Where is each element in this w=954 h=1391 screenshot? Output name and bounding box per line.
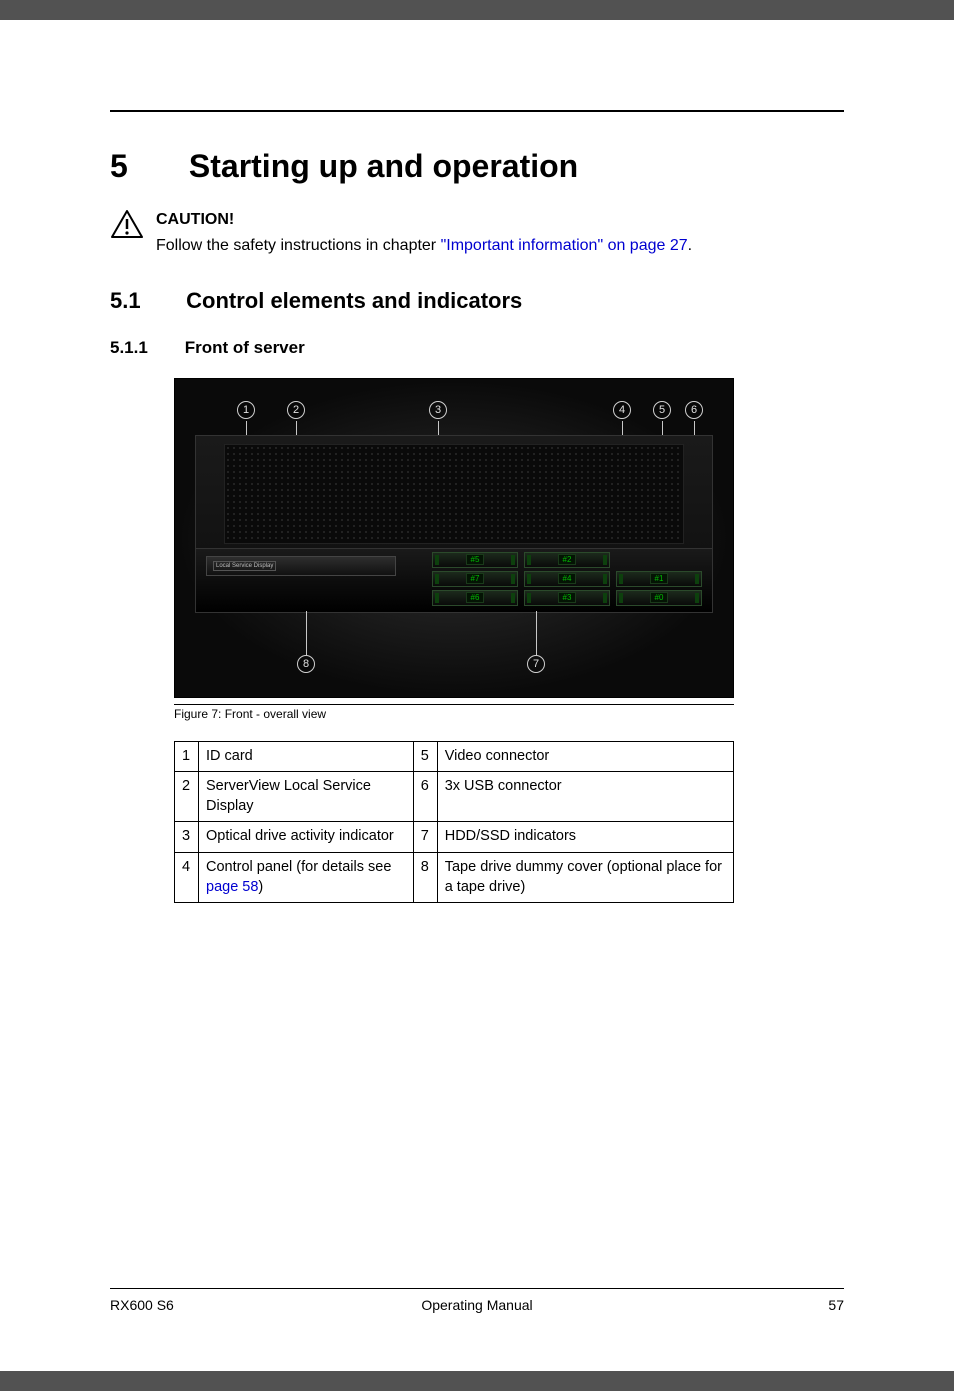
drive-bay: #3 bbox=[524, 590, 610, 606]
table-row: 3 Optical drive activity indicator 7 HDD… bbox=[175, 822, 734, 853]
cell-num: 3 bbox=[175, 822, 199, 853]
caution-link[interactable]: "Important information" on page 27 bbox=[441, 237, 688, 254]
warning-icon bbox=[110, 209, 144, 244]
section-heading: 5.1 Control elements and indicators bbox=[110, 288, 844, 314]
callout-row-top: 1 2 3 4 5 6 bbox=[175, 401, 733, 423]
chapter-number: 5 bbox=[110, 148, 180, 185]
document-page: 5 Starting up and operation CAUTION! Fol… bbox=[0, 20, 954, 1371]
cell-num: 4 bbox=[175, 853, 199, 903]
subsection-title: Front of server bbox=[185, 338, 305, 357]
drive-bays: #5 #2 #7 #4 #1 #6 #3 #0 bbox=[432, 552, 702, 606]
drive-bay: #4 bbox=[524, 571, 610, 587]
section-number: 5.1 bbox=[110, 288, 180, 314]
cell-desc: Optical drive activity indicator bbox=[199, 822, 414, 853]
callout-4: 4 bbox=[613, 401, 631, 419]
callout-7: 7 bbox=[527, 655, 545, 673]
cell-num: 7 bbox=[413, 822, 437, 853]
callout-8: 8 bbox=[297, 655, 315, 673]
top-rule bbox=[110, 110, 844, 112]
control-panel: Local Service Display bbox=[206, 556, 396, 576]
figure-7: 1 2 3 4 5 6 Local Service Display #5 #2 bbox=[174, 378, 734, 698]
chapter-title: Starting up and operation bbox=[189, 148, 578, 184]
footer-center: Operating Manual bbox=[110, 1297, 844, 1313]
cell-num: 5 bbox=[413, 741, 437, 772]
figure-caption: Figure 7: Front - overall view bbox=[174, 704, 734, 721]
cell-num: 8 bbox=[413, 853, 437, 903]
drive-bay: #5 bbox=[432, 552, 518, 568]
subsection-number: 5.1.1 bbox=[110, 338, 180, 358]
callout-2: 2 bbox=[287, 401, 305, 419]
cell-desc: 3x USB connector bbox=[437, 772, 733, 822]
caution-text: CAUTION! Follow the safety instructions … bbox=[156, 209, 692, 258]
subsection-heading: 5.1.1 Front of server bbox=[110, 338, 844, 358]
caution-suffix: . bbox=[688, 237, 692, 254]
front-grille bbox=[224, 444, 684, 544]
table-row: 2 ServerView Local Service Display 6 3x … bbox=[175, 772, 734, 822]
bottom-panel: Local Service Display #5 #2 #7 #4 #1 #6 … bbox=[196, 548, 712, 612]
callout-table: 1 ID card 5 Video connector 2 ServerView… bbox=[174, 741, 734, 903]
cell-desc: Control panel (for details see page 58) bbox=[199, 853, 414, 903]
cell-desc: HDD/SSD indicators bbox=[437, 822, 733, 853]
table-row: 1 ID card 5 Video connector bbox=[175, 741, 734, 772]
cell-num: 6 bbox=[413, 772, 437, 822]
chapter-heading: 5 Starting up and operation bbox=[110, 148, 844, 185]
cell-desc: ID card bbox=[199, 741, 414, 772]
callout-row-bottom: 8 7 bbox=[175, 655, 733, 677]
caution-label: CAUTION! bbox=[156, 209, 692, 231]
cell-num: 1 bbox=[175, 741, 199, 772]
drive-bay: #6 bbox=[432, 590, 518, 606]
server-chassis: Local Service Display #5 #2 #7 #4 #1 #6 … bbox=[195, 435, 713, 613]
cell-desc: Tape drive dummy cover (optional place f… bbox=[437, 853, 733, 903]
drive-bay: #2 bbox=[524, 552, 610, 568]
drive-bay: #7 bbox=[432, 571, 518, 587]
cell-num: 2 bbox=[175, 772, 199, 822]
callout-6: 6 bbox=[685, 401, 703, 419]
ctrl-panel-label: Local Service Display bbox=[213, 561, 276, 571]
section-title: Control elements and indicators bbox=[186, 288, 522, 313]
caution-prefix: Follow the safety instructions in chapte… bbox=[156, 237, 441, 254]
drive-bay: #0 bbox=[616, 590, 702, 606]
table-row: 4 Control panel (for details see page 58… bbox=[175, 853, 734, 903]
callout-5: 5 bbox=[653, 401, 671, 419]
drive-bay: #1 bbox=[616, 571, 702, 587]
cell-desc: ServerView Local Service Display bbox=[199, 772, 414, 822]
caution-block: CAUTION! Follow the safety instructions … bbox=[110, 209, 844, 258]
callout-1: 1 bbox=[237, 401, 255, 419]
page-footer: RX600 S6 Operating Manual 57 bbox=[110, 1288, 844, 1313]
cell-desc: Video connector bbox=[437, 741, 733, 772]
page-link[interactable]: page 58 bbox=[206, 879, 258, 895]
callout-3: 3 bbox=[429, 401, 447, 419]
